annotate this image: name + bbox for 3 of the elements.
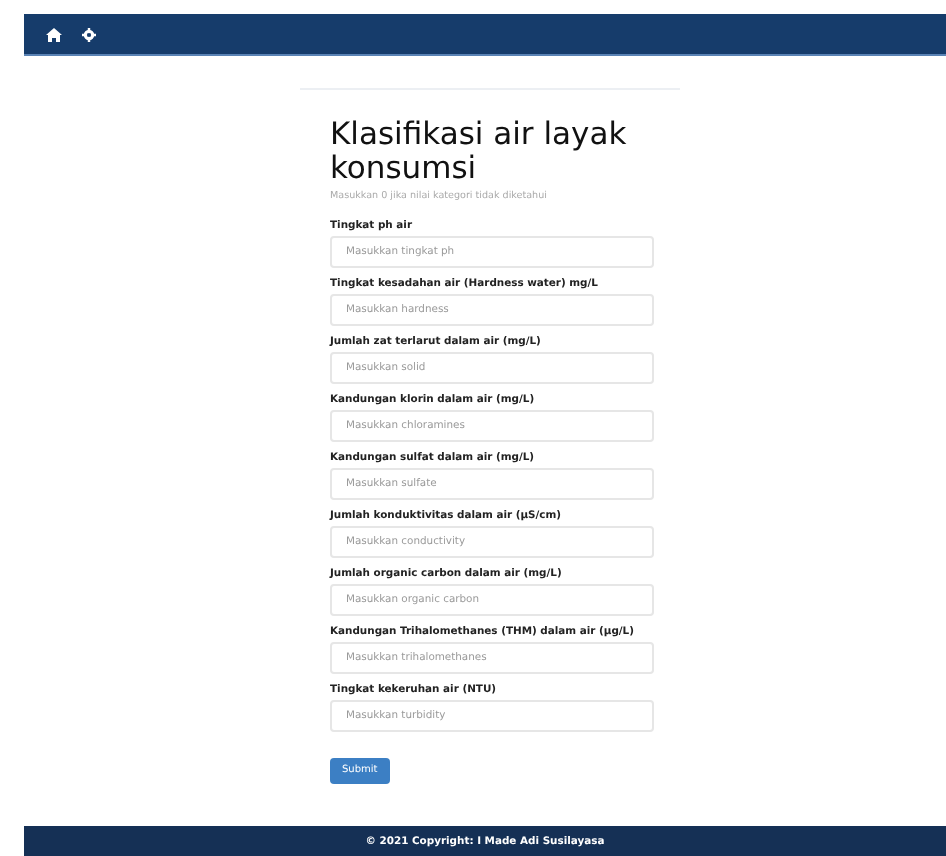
settings-icon[interactable]	[82, 27, 96, 41]
form-title: Klasifikasi air layak konsumsi	[330, 118, 629, 186]
home-icon[interactable]	[46, 27, 62, 41]
